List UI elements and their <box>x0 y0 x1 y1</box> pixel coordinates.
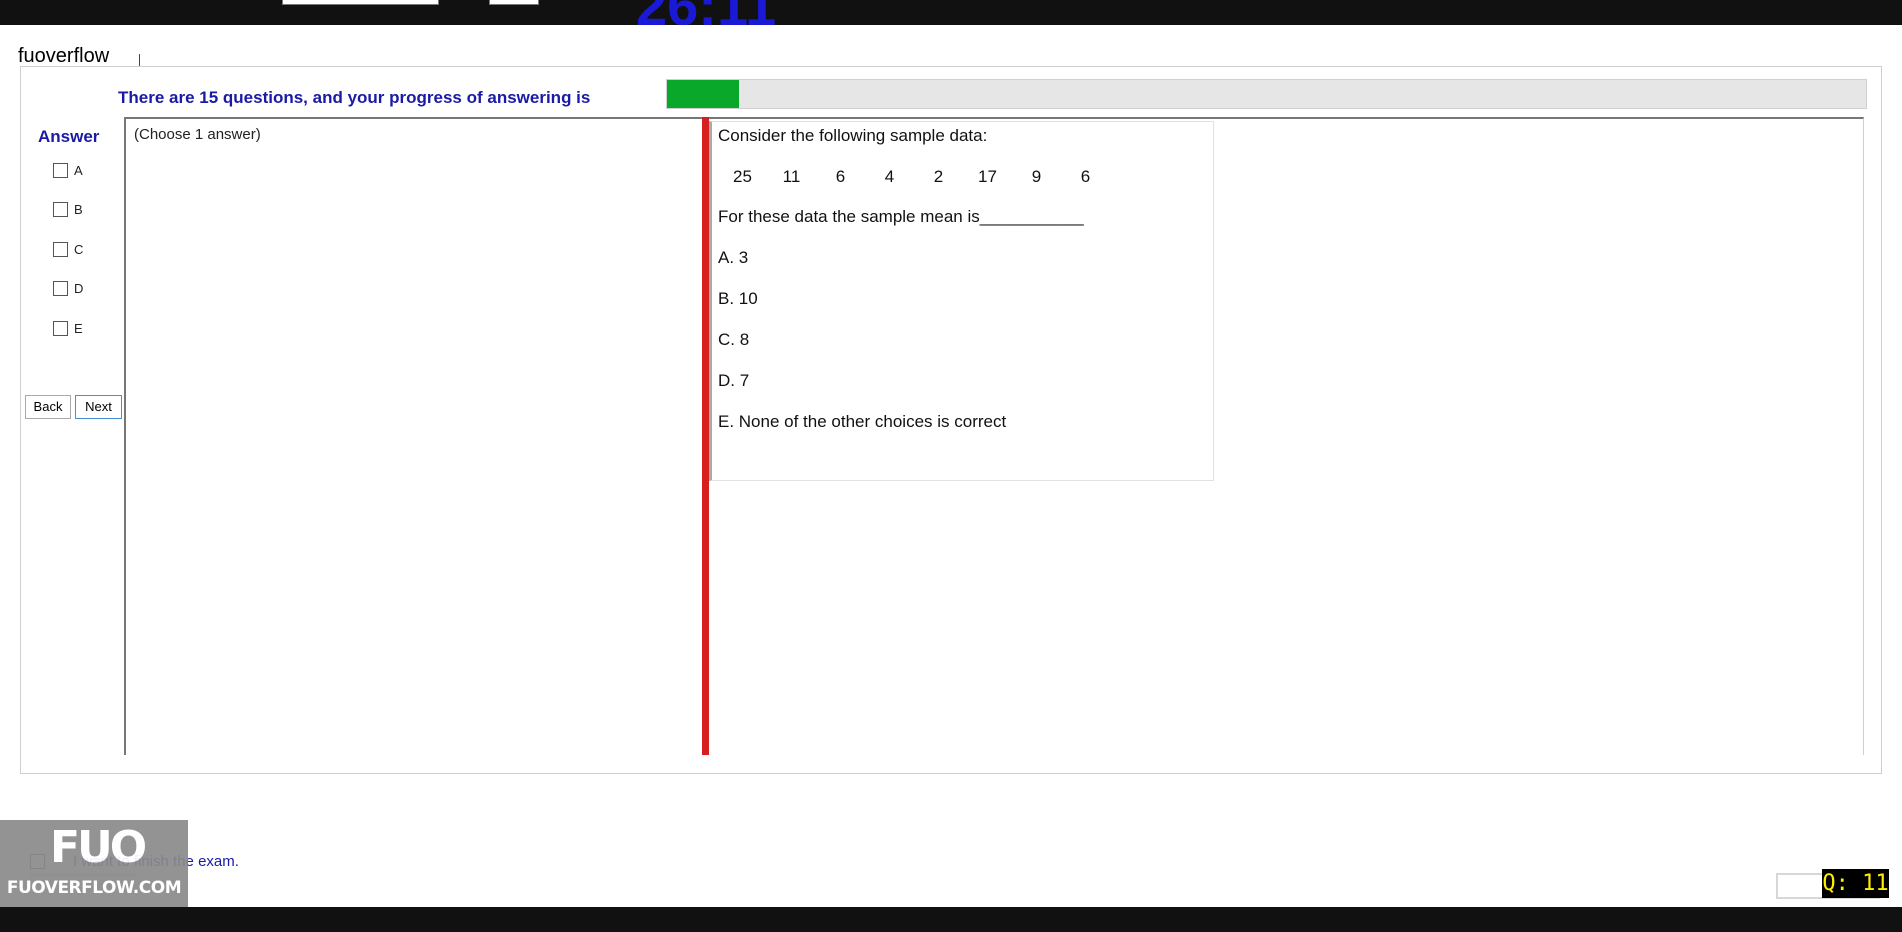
option-label: A <box>74 163 83 178</box>
question-card: Consider the following sample data: 25 1… <box>709 121 1214 481</box>
choice-d: D. 7 <box>718 371 750 390</box>
progress-label: There are 15 questions, and your progres… <box>118 88 591 107</box>
answer-option-e[interactable]: E <box>53 321 83 336</box>
checkbox-a[interactable] <box>53 163 68 178</box>
option-label: E <box>74 321 83 336</box>
checkbox-b[interactable] <box>53 202 68 217</box>
data-value: 4 <box>884 167 895 186</box>
next-button[interactable]: Next <box>75 395 122 419</box>
data-value: 2 <box>933 167 944 186</box>
back-button[interactable]: Back <box>25 395 71 419</box>
choice-b: B. 10 <box>718 289 758 308</box>
timer: 26:11 <box>636 0 776 25</box>
answer-option-c[interactable]: C <box>53 242 83 257</box>
top-input[interactable] <box>282 0 439 5</box>
data-value: 17 <box>978 167 997 186</box>
checkbox-d[interactable] <box>53 281 68 296</box>
answer-option-d[interactable]: D <box>53 281 83 296</box>
option-label: D <box>74 281 84 296</box>
panel-splitter[interactable] <box>702 117 709 755</box>
question-panel: Consider the following sample data: 25 1… <box>709 117 1864 755</box>
data-value: 9 <box>1031 167 1042 186</box>
option-label: B <box>74 202 83 217</box>
data-value: 6 <box>1080 167 1091 186</box>
top-small-box[interactable] <box>489 0 539 5</box>
choose-hint: (Choose 1 answer) <box>134 126 261 143</box>
progress-fill <box>667 80 739 108</box>
data-value: 6 <box>835 167 846 186</box>
answer-panel: (Choose 1 answer) <box>124 117 704 755</box>
answer-option-a[interactable]: A <box>53 163 83 178</box>
checkbox-c[interactable] <box>53 242 68 257</box>
question-stem: For these data the sample mean is_______… <box>718 207 1084 226</box>
data-value: 25 <box>733 167 752 186</box>
top-bar: 26:11 <box>0 0 1902 25</box>
progress-bar <box>666 79 1867 109</box>
watermark-logo: FUO FUOVERFLOW.COM <box>0 820 188 907</box>
question-intro: Consider the following sample data: <box>718 126 988 145</box>
option-label: C <box>74 242 84 257</box>
choice-c: C. 8 <box>718 330 750 349</box>
choice-e: E. None of the other choices is correct <box>718 412 1007 431</box>
choice-a: A. 3 <box>718 248 749 267</box>
answer-option-b[interactable]: B <box>53 202 83 217</box>
bottom-bar <box>0 907 1902 932</box>
logo-text: FUOVERFLOW.COM <box>6 878 182 898</box>
site-name: fuoverflow <box>18 45 110 67</box>
answer-title: Answer <box>38 127 100 146</box>
logo-mark: FUO <box>50 822 147 873</box>
question-number-badge: Q: 11 <box>1822 869 1889 898</box>
sample-data: 25 11 6 4 2 17 9 6 <box>718 167 1110 187</box>
checkbox-e[interactable] <box>53 321 68 336</box>
data-value: 11 <box>782 167 801 186</box>
